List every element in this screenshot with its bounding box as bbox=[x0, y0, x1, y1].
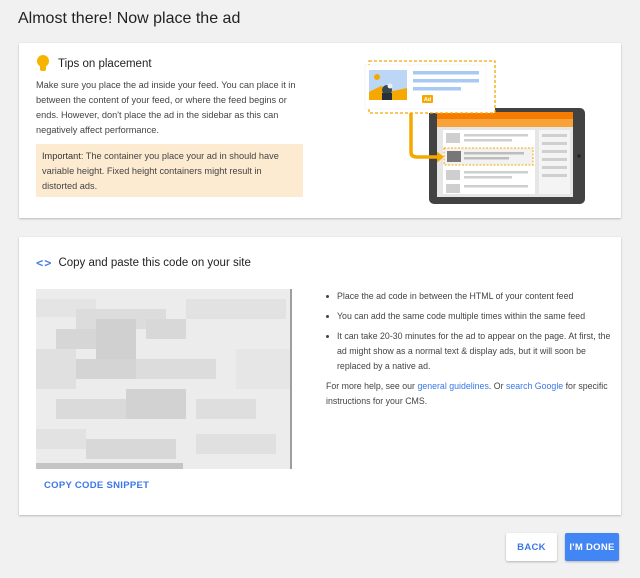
snippet-scrollbar[interactable] bbox=[36, 463, 183, 469]
ad-badge-label: Ad bbox=[424, 97, 431, 103]
lightbulb-icon bbox=[36, 55, 50, 72]
code-header: <> Copy and paste this code on your site bbox=[36, 256, 251, 270]
tips-card: Tips on placement Make sure you place th… bbox=[19, 43, 621, 218]
code-snippet-box[interactable] bbox=[36, 289, 292, 469]
help-middle: . Or bbox=[488, 381, 506, 391]
info-panel: Place the ad code in between the HTML of… bbox=[326, 289, 616, 409]
search-google-link[interactable]: search Google bbox=[506, 381, 563, 391]
list-item: Place the ad code in between the HTML of… bbox=[326, 289, 616, 304]
back-button[interactable]: BACK bbox=[506, 533, 557, 561]
copy-code-button[interactable]: COPY CODE SNIPPET bbox=[44, 480, 149, 491]
tips-body: Make sure you place the ad inside your f… bbox=[36, 80, 296, 135]
list-item: You can add the same code multiple times… bbox=[326, 309, 616, 324]
code-brackets-icon: <> bbox=[36, 256, 53, 270]
placement-illustration: Ad bbox=[364, 60, 585, 204]
help-prefix: For more help, see our bbox=[326, 381, 418, 391]
general-guidelines-link[interactable]: general guidelines bbox=[417, 381, 488, 391]
tips-header: Tips on placement bbox=[36, 55, 152, 72]
list-item: It can take 20-30 minutes for the ad to … bbox=[326, 329, 616, 374]
code-title: Copy and paste this code on your site bbox=[58, 257, 251, 269]
im-done-button[interactable]: I'M DONE bbox=[565, 533, 619, 561]
important-note: Important: The container you place your … bbox=[36, 144, 303, 197]
info-list: Place the ad code in between the HTML of… bbox=[326, 289, 616, 374]
code-card: <> Copy and paste this code on your site… bbox=[19, 237, 621, 515]
tips-title: Tips on placement bbox=[58, 57, 152, 70]
page-title: Almost there! Now place the ad bbox=[18, 10, 241, 27]
help-text: For more help, see our general guideline… bbox=[326, 379, 616, 409]
important-label: Important bbox=[42, 151, 81, 161]
